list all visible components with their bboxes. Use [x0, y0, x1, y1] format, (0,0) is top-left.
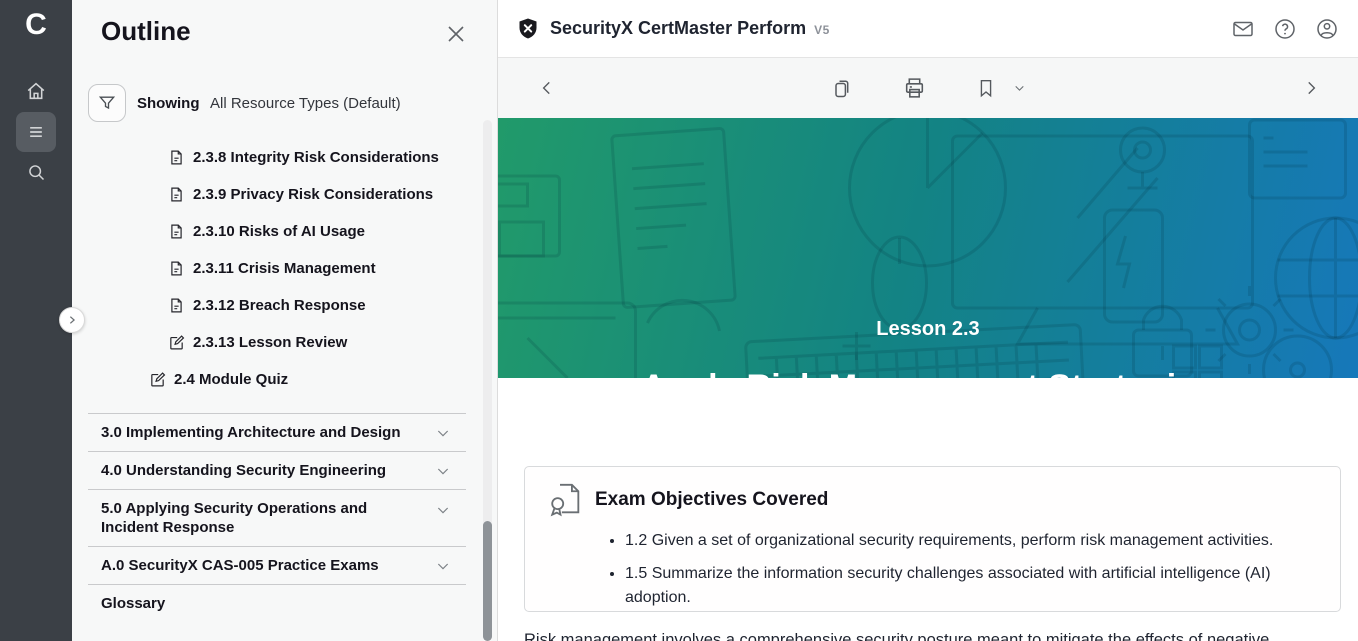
document-icon: [168, 149, 185, 166]
account-icon: [1315, 17, 1339, 41]
chevron-right-icon: [67, 315, 77, 325]
section-row[interactable]: 4.0 Understanding Security Engineering: [72, 452, 497, 489]
certificate-document-icon: [549, 482, 582, 517]
outline-item[interactable]: 2.3.8 Integrity Risk Considerations: [72, 139, 497, 176]
document-icon: [168, 297, 185, 314]
home-icon: [25, 80, 47, 102]
help-icon: [1273, 17, 1297, 41]
outline-item[interactable]: 2.4 Module Quiz: [72, 361, 497, 398]
outline-item[interactable]: 2.3.10 Risks of AI Usage: [72, 213, 497, 250]
panel-expand-button[interactable]: [59, 307, 85, 333]
app-title: SecurityX CertMaster Perform: [550, 18, 806, 39]
hero-lesson-title: Apply Risk Management Strategies: [498, 368, 1358, 378]
exam-objectives-box: Exam Objectives Covered 1.2 Given a set …: [524, 466, 1341, 612]
outline-scrollbar-thumb[interactable]: [483, 521, 492, 641]
main-panel: SecurityX CertMaster Perform V5: [497, 0, 1358, 641]
section-row[interactable]: 5.0 Applying Security Operations and Inc…: [72, 490, 497, 546]
filter-showing-label: Showing: [137, 95, 200, 112]
exam-objectives-list: 1.2 Given a set of organizational securi…: [549, 529, 1316, 610]
section-row-glossary[interactable]: Glossary: [72, 585, 497, 622]
edit-icon: [149, 371, 166, 388]
outline-item[interactable]: 2.3.9 Privacy Risk Considerations: [72, 176, 497, 213]
close-icon: [444, 22, 468, 46]
search-button[interactable]: [16, 152, 56, 192]
filter-funnel-icon: [97, 93, 117, 113]
exam-objectives-title: Exam Objectives Covered: [595, 489, 828, 511]
chevron-down-icon: [1013, 82, 1026, 95]
app-version: V5: [814, 23, 830, 37]
bookmark-group: [975, 77, 1026, 99]
search-icon: [26, 162, 47, 183]
document-icon: [168, 223, 185, 240]
bookmark-button[interactable]: [975, 77, 997, 99]
outline-list: 2.3.8 Integrity Risk Considerations 2.3.…: [72, 139, 497, 398]
shield-icon: [516, 17, 540, 41]
lesson-hero-banner: Lesson 2.3 Apply Risk Management Strateg…: [498, 118, 1358, 378]
outline-menu-button[interactable]: [16, 112, 56, 152]
chevron-down-icon: [435, 425, 451, 441]
prev-page-button[interactable]: [538, 79, 556, 97]
hero-lesson-label: Lesson 2.3: [498, 318, 1358, 341]
filter-button[interactable]: [88, 84, 126, 122]
left-rail: C: [0, 0, 72, 641]
outline-item[interactable]: 2.3.11 Crisis Management: [72, 250, 497, 287]
outline-close-button[interactable]: [444, 22, 468, 46]
app-window: C Outline: [0, 0, 1358, 641]
outline-item[interactable]: 2.3.13 Lesson Review: [72, 324, 497, 361]
document-icon: [168, 260, 185, 277]
lesson-paragraph: Risk management involves a comprehensive…: [524, 628, 1344, 641]
chevron-down-icon: [435, 463, 451, 479]
chevron-down-icon: [435, 558, 451, 574]
outline-panel: Outline Showing All Resource Types (Defa…: [72, 0, 497, 641]
next-page-button[interactable]: [1302, 79, 1320, 97]
outline-item[interactable]: 2.3.12 Breach Response: [72, 287, 497, 324]
chevron-left-icon: [538, 79, 556, 97]
objective-item: 1.5 Summarize the information security c…: [625, 562, 1316, 610]
app-header: SecurityX CertMaster Perform V5: [498, 0, 1358, 58]
chevron-right-icon: [1302, 79, 1320, 97]
document-icon: [168, 186, 185, 203]
menu-icon: [26, 122, 46, 142]
print-button[interactable]: [902, 76, 927, 101]
home-button[interactable]: [16, 71, 56, 111]
account-button[interactable]: [1314, 16, 1340, 42]
copy-icon: [830, 76, 854, 100]
section-row[interactable]: 3.0 Implementing Architecture and Design: [72, 414, 497, 451]
outline-title: Outline: [101, 16, 191, 47]
edit-icon: [168, 334, 185, 351]
help-button[interactable]: [1272, 16, 1298, 42]
filter-value[interactable]: All Resource Types (Default): [210, 95, 401, 112]
mail-button[interactable]: [1230, 16, 1256, 42]
lesson-content: Exam Objectives Covered 1.2 Given a set …: [498, 378, 1358, 641]
chevron-down-icon: [435, 502, 451, 518]
bookmark-dropdown-button[interactable]: [1013, 82, 1026, 95]
print-icon: [902, 76, 927, 101]
outline-scrollbar-track[interactable]: [483, 120, 492, 641]
toolbar-center-group: [830, 76, 1026, 101]
mail-icon: [1231, 17, 1255, 41]
bookmark-icon: [975, 77, 997, 99]
outline-sections: 3.0 Implementing Architecture and Design…: [72, 413, 497, 622]
section-row[interactable]: A.0 SecurityX CAS-005 Practice Exams: [72, 547, 497, 584]
copy-button[interactable]: [830, 76, 854, 100]
objective-item: 1.2 Given a set of organizational securi…: [625, 529, 1316, 553]
comptia-logo: C: [0, 8, 72, 42]
lesson-toolbar: [498, 58, 1358, 118]
